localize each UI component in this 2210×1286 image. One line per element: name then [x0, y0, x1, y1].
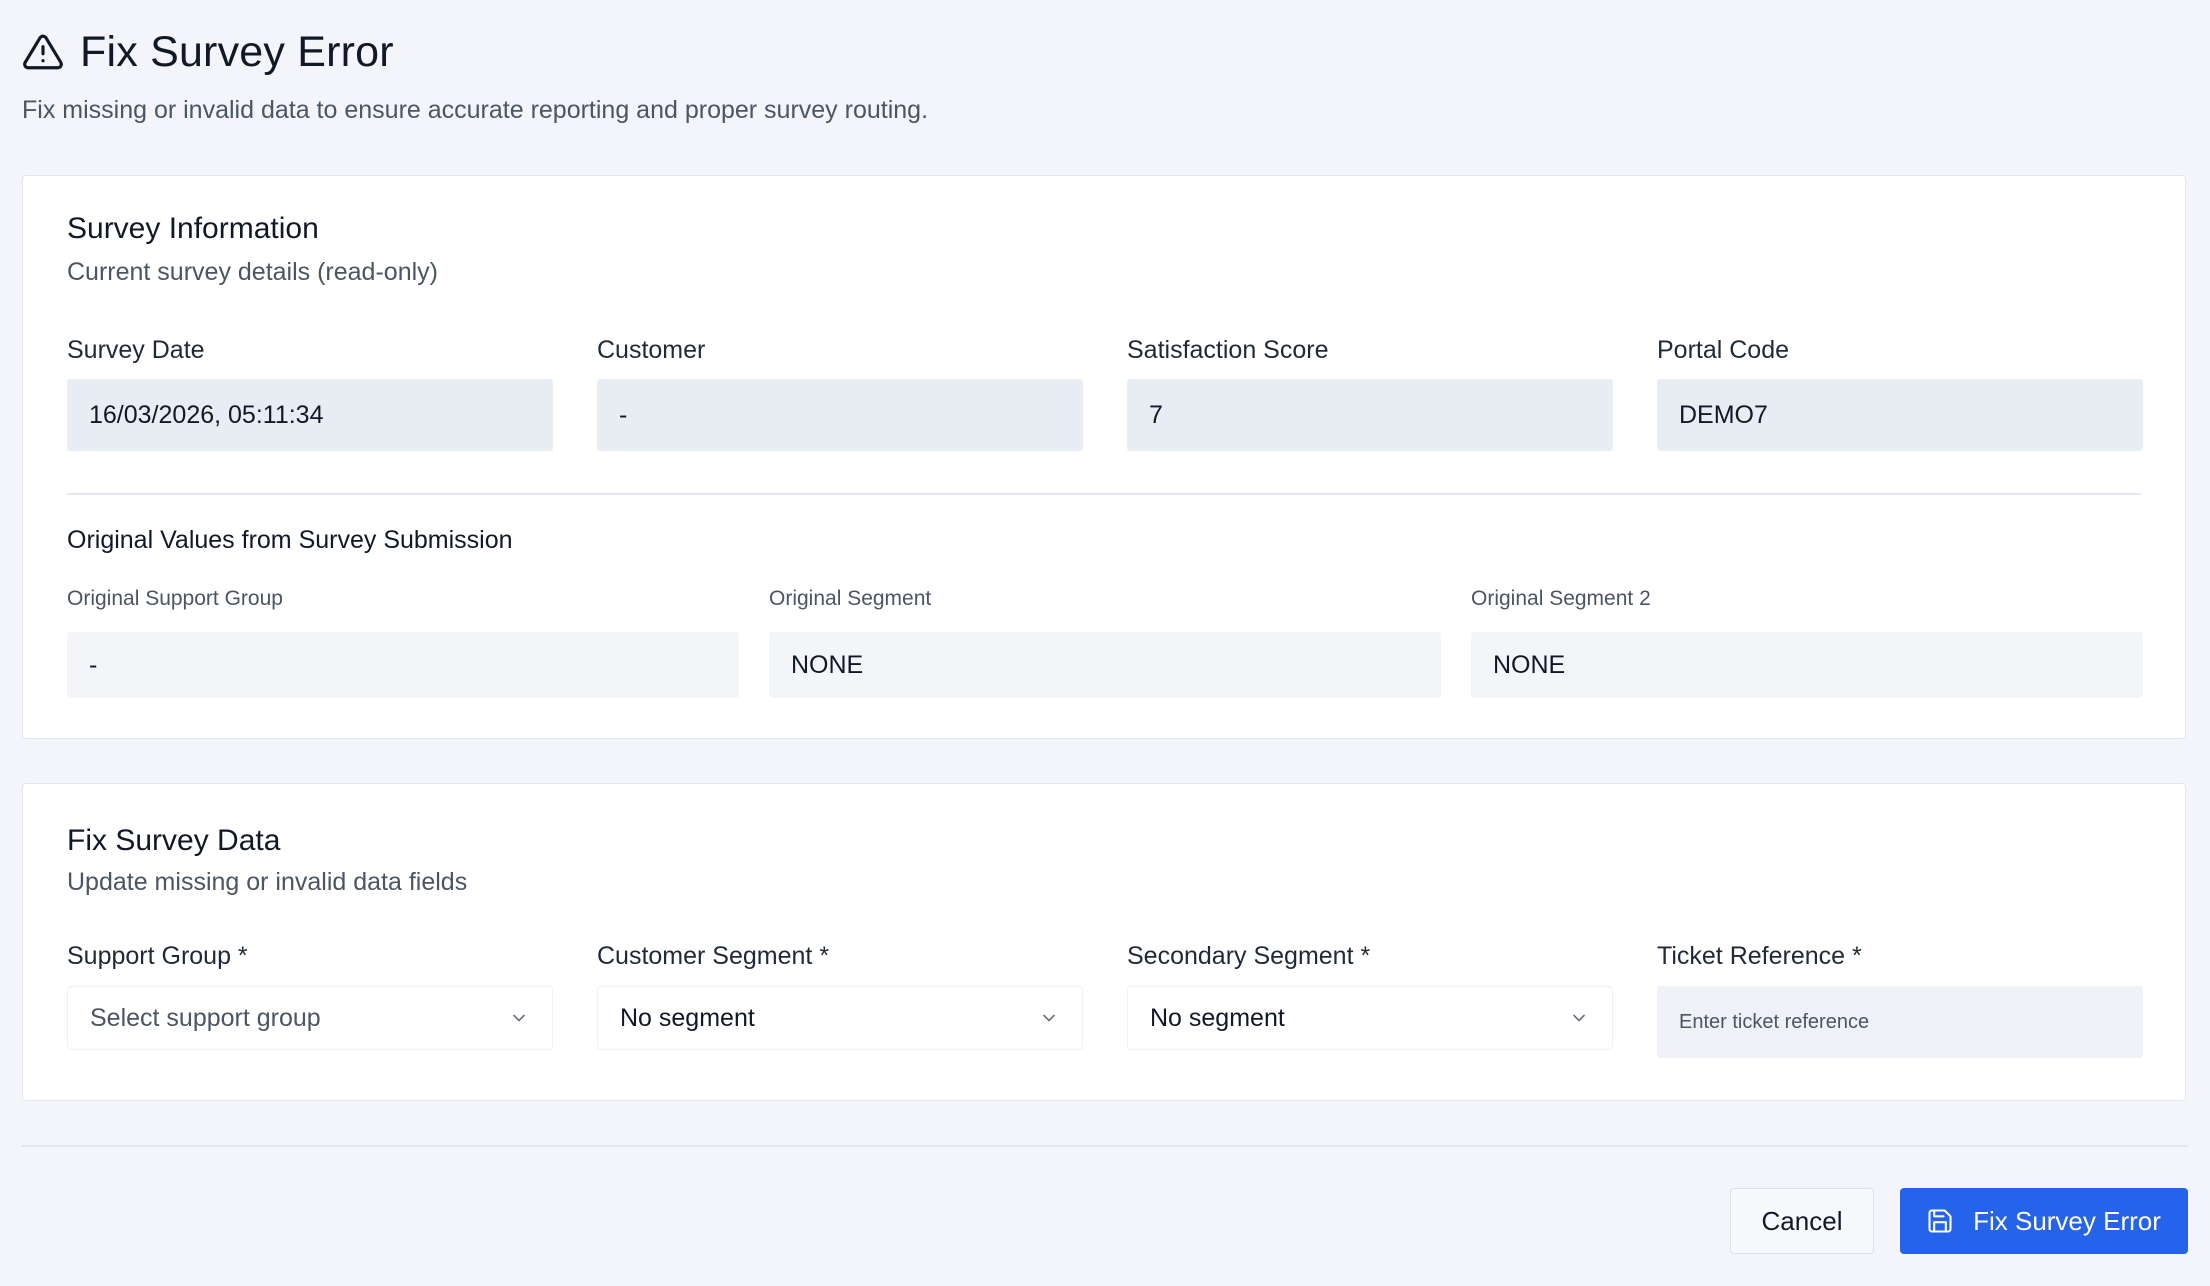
customer-segment-value: No segment: [620, 1003, 755, 1032]
satisfaction-score-label: Satisfaction Score: [1127, 336, 1329, 364]
secondary-segment-select[interactable]: No segment: [1127, 986, 1613, 1050]
survey-date-label: Survey Date: [67, 336, 205, 364]
page-header: Fix Survey Error: [22, 22, 394, 82]
page-title: Fix Survey Error: [80, 27, 394, 76]
chevron-down-icon: [508, 1007, 530, 1029]
survey-information-title: Survey Information: [67, 212, 319, 245]
secondary-segment-label: Secondary Segment *: [1127, 942, 1371, 970]
ticket-reference-input[interactable]: [1657, 986, 2143, 1058]
support-group-placeholder: Select support group: [90, 1003, 321, 1032]
support-group-label: Support Group *: [67, 942, 248, 970]
original-values-title: Original Values from Survey Submission: [67, 526, 513, 554]
footer-divider: [22, 1145, 2188, 1147]
portal-code-label: Portal Code: [1657, 336, 1790, 364]
chevron-down-icon: [1038, 1007, 1060, 1029]
cancel-button[interactable]: Cancel: [1730, 1188, 1874, 1254]
survey-date-value: 16/03/2026, 05:11:34: [67, 379, 553, 451]
customer-segment-label: Customer Segment *: [597, 942, 830, 970]
fix-survey-data-card: Fix Survey Data Update missing or invali…: [22, 783, 2186, 1101]
support-group-select[interactable]: Select support group: [67, 986, 553, 1050]
save-icon: [1925, 1206, 1955, 1236]
original-segment-value: NONE: [769, 632, 1441, 698]
survey-information-card: Survey Information Current survey detail…: [22, 175, 2186, 739]
warning-triangle-icon: [22, 31, 64, 73]
survey-information-description: Current survey details (read-only): [67, 258, 438, 286]
original-support-group-value: -: [67, 632, 739, 698]
original-segment-2-value: NONE: [1471, 632, 2143, 698]
fix-survey-data-description: Update missing or invalid data fields: [67, 868, 468, 896]
original-segment-label: Original Segment: [769, 587, 932, 610]
satisfaction-score-value: 7: [1127, 379, 1613, 451]
customer-value: -: [597, 379, 1083, 451]
page-subtitle: Fix missing or invalid data to ensure ac…: [22, 96, 929, 124]
ticket-reference-label: Ticket Reference *: [1657, 942, 1862, 970]
cancel-button-label: Cancel: [1761, 1205, 1843, 1236]
fix-survey-error-button-label: Fix Survey Error: [1973, 1205, 2161, 1236]
customer-label: Customer: [597, 336, 706, 364]
fix-survey-data-title: Fix Survey Data: [67, 824, 281, 857]
chevron-down-icon: [1568, 1007, 1590, 1029]
section-divider: [67, 493, 2141, 495]
portal-code-value: DEMO7: [1657, 379, 2143, 451]
original-support-group-label: Original Support Group: [67, 587, 283, 610]
customer-segment-select[interactable]: No segment: [597, 986, 1083, 1050]
fix-survey-error-button[interactable]: Fix Survey Error: [1900, 1188, 2188, 1254]
original-segment-2-label: Original Segment 2: [1471, 587, 1651, 610]
secondary-segment-value: No segment: [1150, 1003, 1285, 1032]
